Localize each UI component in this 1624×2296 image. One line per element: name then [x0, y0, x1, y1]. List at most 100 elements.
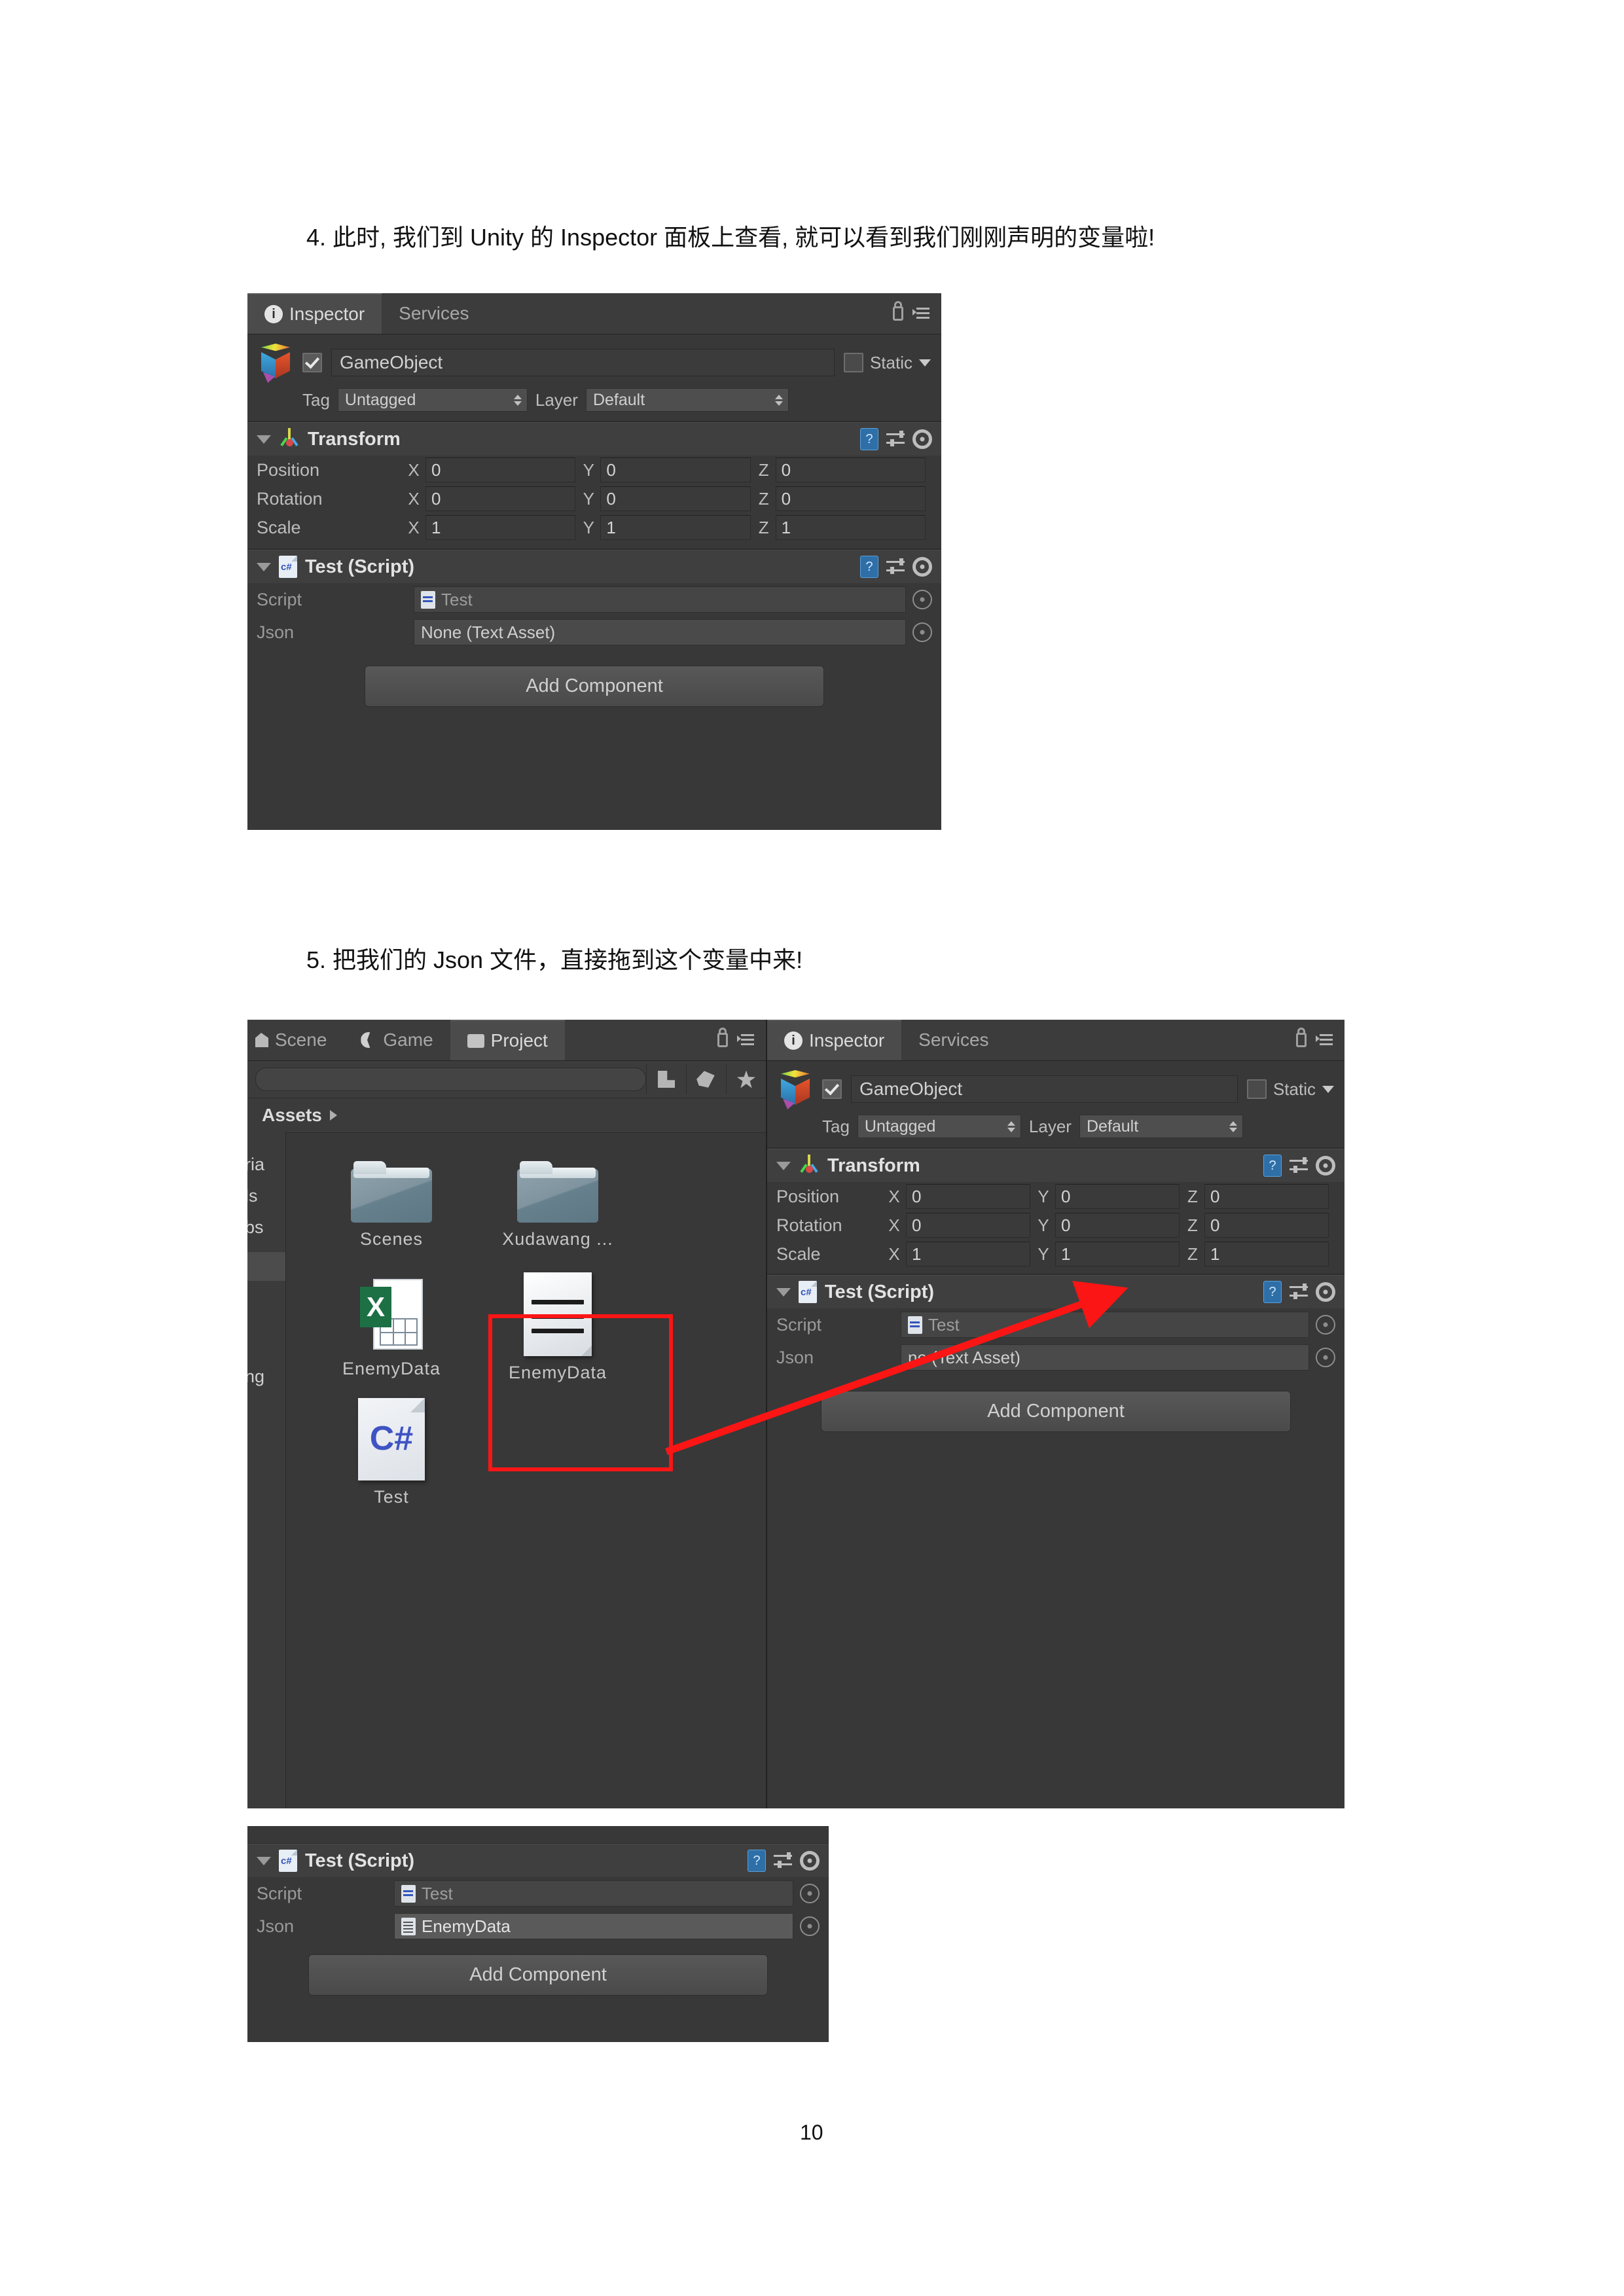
- tab-game[interactable]: Game: [344, 1020, 450, 1060]
- scale-x-input[interactable]: 1: [425, 515, 576, 540]
- gameobject-enabled-checkbox[interactable]: [822, 1079, 842, 1099]
- rotation-y-input[interactable]: 0: [1055, 1213, 1180, 1238]
- add-component-button[interactable]: Add Component: [365, 666, 824, 707]
- layer-dropdown[interactable]: Default: [1079, 1115, 1243, 1138]
- scale-y-input[interactable]: 1: [600, 515, 751, 540]
- help-icon[interactable]: ?: [1263, 1155, 1282, 1177]
- lock-icon[interactable]: [717, 1028, 728, 1047]
- lock-icon[interactable]: [1296, 1028, 1307, 1047]
- rotation-z-input[interactable]: 0: [1204, 1213, 1329, 1238]
- foldout-icon[interactable]: [257, 435, 271, 444]
- test-script-component-header[interactable]: Test (Script) ?: [767, 1275, 1344, 1308]
- foldout-icon[interactable]: [257, 1856, 271, 1865]
- rotation-x-input[interactable]: 0: [906, 1213, 1030, 1238]
- position-y-field[interactable]: Y 0: [582, 457, 751, 482]
- rotation-x-input[interactable]: 0: [425, 486, 576, 511]
- scale-x-field[interactable]: X 1: [407, 515, 576, 540]
- gear-icon[interactable]: [800, 1851, 820, 1871]
- test-script-component-header[interactable]: Test (Script) ?: [247, 550, 941, 583]
- asset-item-scenes[interactable]: Scenes: [326, 1160, 457, 1249]
- scale-x-field[interactable]: X 1: [888, 1242, 1030, 1266]
- json-picker-button[interactable]: [800, 1916, 820, 1936]
- script-picker-button[interactable]: [800, 1884, 820, 1903]
- position-x-input[interactable]: 0: [906, 1184, 1030, 1209]
- transform-component-header[interactable]: Transform ?: [767, 1149, 1344, 1182]
- gear-icon[interactable]: [1316, 1282, 1335, 1302]
- add-component-button[interactable]: Add Component: [821, 1391, 1291, 1432]
- gear-icon[interactable]: [912, 429, 932, 449]
- json-object-field[interactable]: EnemyData: [394, 1913, 793, 1939]
- tab-inspector[interactable]: i Inspector: [767, 1020, 902, 1060]
- foldout-icon[interactable]: [776, 1161, 791, 1170]
- foldout-icon[interactable]: [776, 1287, 791, 1297]
- tree-item-2[interactable]: bs: [247, 1217, 264, 1238]
- tree-item-3[interactable]: ng: [247, 1367, 264, 1387]
- rotation-y-field[interactable]: Y 0: [582, 486, 751, 511]
- rotation-x-field[interactable]: X 0: [888, 1213, 1030, 1238]
- tag-dropdown[interactable]: Untagged: [337, 388, 528, 412]
- foldout-icon[interactable]: [257, 562, 271, 571]
- preset-icon[interactable]: [1290, 1157, 1308, 1175]
- panel-menu-icon[interactable]: [737, 1034, 754, 1046]
- position-y-input[interactable]: 0: [600, 457, 751, 482]
- rotation-z-field[interactable]: Z 0: [757, 486, 926, 511]
- scale-y-input[interactable]: 1: [1055, 1242, 1180, 1266]
- lock-icon[interactable]: [893, 301, 903, 321]
- project-tree-column[interactable]: ria ls bs ng: [247, 1131, 286, 1808]
- rotation-y-input[interactable]: 0: [600, 486, 751, 511]
- chevron-down-icon[interactable]: [919, 359, 931, 367]
- tab-inspector[interactable]: i Inspector: [247, 293, 382, 334]
- preset-icon[interactable]: [886, 558, 905, 576]
- breadcrumb-assets[interactable]: Assets: [262, 1105, 322, 1126]
- chevron-right-icon[interactable]: [329, 1110, 337, 1121]
- rotation-x-field[interactable]: X 0: [407, 486, 576, 511]
- script-picker-button[interactable]: [912, 590, 932, 609]
- preset-icon[interactable]: [774, 1852, 792, 1870]
- json-picker-button[interactable]: [1316, 1348, 1335, 1367]
- filter-by-label-icon[interactable]: [686, 1064, 726, 1094]
- rotation-y-field[interactable]: Y 0: [1037, 1213, 1180, 1238]
- gameobject-name-input[interactable]: GameObject: [851, 1075, 1238, 1103]
- static-checkbox[interactable]: [1246, 1079, 1267, 1099]
- asset-item-xudawang[interactable]: Xudawang ...: [492, 1160, 623, 1249]
- position-z-input[interactable]: 0: [1204, 1184, 1329, 1209]
- panel-menu-icon[interactable]: [1316, 1034, 1333, 1046]
- tab-project[interactable]: Project: [450, 1020, 565, 1060]
- filter-by-type-icon[interactable]: [646, 1064, 686, 1094]
- static-checkbox[interactable]: [843, 353, 863, 372]
- scale-z-input[interactable]: 1: [1204, 1242, 1329, 1266]
- rotation-z-input[interactable]: 0: [775, 486, 926, 511]
- position-z-field[interactable]: Z 0: [1186, 1184, 1329, 1209]
- scale-z-input[interactable]: 1: [775, 515, 926, 540]
- scale-y-field[interactable]: Y 1: [582, 515, 751, 540]
- script-picker-button[interactable]: [1316, 1315, 1335, 1335]
- tag-dropdown[interactable]: Untagged: [857, 1115, 1021, 1138]
- tree-item-0[interactable]: ria: [247, 1155, 264, 1175]
- gameobject-enabled-checkbox[interactable]: [302, 353, 322, 372]
- position-x-input[interactable]: 0: [425, 457, 576, 482]
- add-component-button[interactable]: Add Component: [308, 1954, 768, 1996]
- json-object-field[interactable]: ne (Text Asset): [901, 1344, 1309, 1371]
- gear-icon[interactable]: [912, 557, 932, 577]
- scale-z-field[interactable]: Z 1: [1186, 1242, 1329, 1266]
- rotation-z-field[interactable]: Z 0: [1186, 1213, 1329, 1238]
- chevron-down-icon[interactable]: [1322, 1085, 1334, 1093]
- preset-icon[interactable]: [886, 430, 905, 448]
- help-icon[interactable]: ?: [860, 556, 878, 578]
- scale-x-input[interactable]: 1: [906, 1242, 1030, 1266]
- position-z-field[interactable]: Z 0: [757, 457, 926, 482]
- asset-item-enemydata-excel[interactable]: X EnemyData: [326, 1275, 457, 1379]
- test-script-component-header[interactable]: Test (Script) ?: [247, 1844, 829, 1877]
- help-icon[interactable]: ?: [1263, 1281, 1282, 1303]
- json-object-field[interactable]: None (Text Asset): [414, 619, 906, 645]
- help-icon[interactable]: ?: [748, 1850, 766, 1872]
- gear-icon[interactable]: [1316, 1156, 1335, 1175]
- asset-item-test-script[interactable]: C# Test: [326, 1398, 457, 1507]
- gameobject-name-input[interactable]: GameObject: [331, 349, 835, 376]
- tree-item-1[interactable]: ls: [247, 1186, 258, 1206]
- position-y-field[interactable]: Y 0: [1037, 1184, 1180, 1209]
- position-x-field[interactable]: X 0: [407, 457, 576, 482]
- tab-scene[interactable]: Scene: [247, 1020, 344, 1060]
- tab-services[interactable]: Services: [901, 1020, 1005, 1060]
- scale-y-field[interactable]: Y 1: [1037, 1242, 1180, 1266]
